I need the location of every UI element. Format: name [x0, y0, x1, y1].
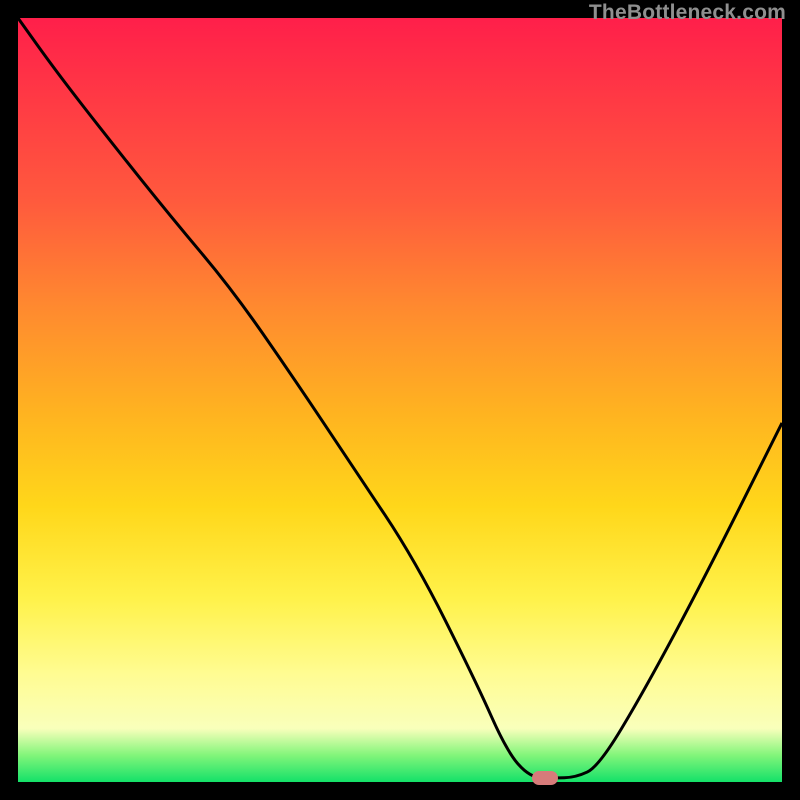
optimum-marker [532, 771, 558, 785]
bottleneck-curve [18, 18, 782, 782]
watermark-text: TheBottleneck.com [589, 1, 786, 25]
plot-area [18, 18, 782, 782]
chart-frame: TheBottleneck.com [0, 0, 800, 800]
